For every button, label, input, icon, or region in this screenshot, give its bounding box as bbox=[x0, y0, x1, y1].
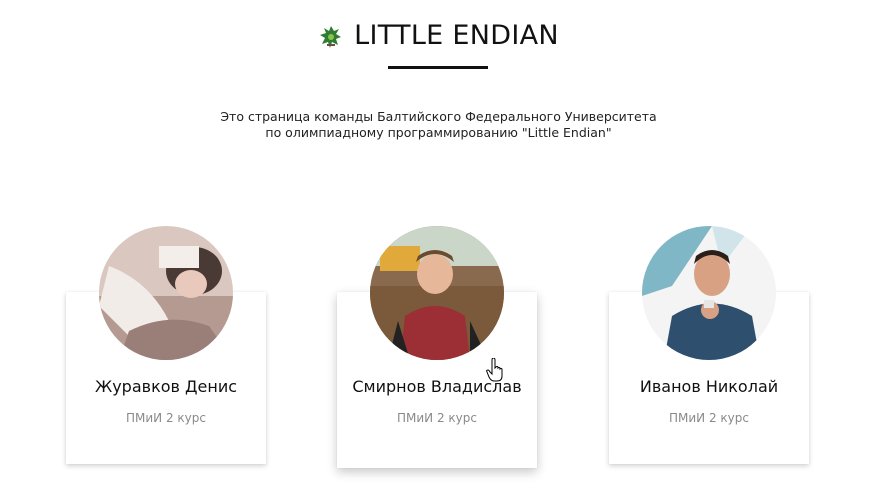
description-line-2: по олимпиадному программированию "Little… bbox=[265, 125, 612, 140]
member-avatar bbox=[99, 226, 233, 360]
member-course: ПМиИ 2 курс bbox=[126, 411, 206, 425]
member-avatar bbox=[370, 226, 504, 360]
member-avatar bbox=[642, 226, 776, 360]
page-description: Это страница команды Балтийского Федерал… bbox=[0, 109, 877, 141]
member-name: Иванов Николай bbox=[639, 377, 779, 396]
page-header: LITTLE ENDIAN bbox=[0, 20, 877, 51]
member-name: Журавков Денис bbox=[94, 377, 238, 396]
title-underline bbox=[388, 66, 488, 69]
member-course: ПМиИ 2 курс bbox=[669, 411, 749, 425]
page-title: LITTLE ENDIAN bbox=[354, 20, 559, 51]
description-line-1: Это страница команды Балтийского Федерал… bbox=[220, 109, 657, 124]
hand-cursor-icon bbox=[486, 358, 503, 382]
member-course: ПМиИ 2 курс bbox=[397, 411, 477, 425]
team-logo-icon bbox=[320, 25, 342, 48]
member-name: Смирнов Владислав bbox=[352, 377, 522, 396]
team-page: LITTLE ENDIAN Это страница команды Балти… bbox=[0, 0, 877, 499]
